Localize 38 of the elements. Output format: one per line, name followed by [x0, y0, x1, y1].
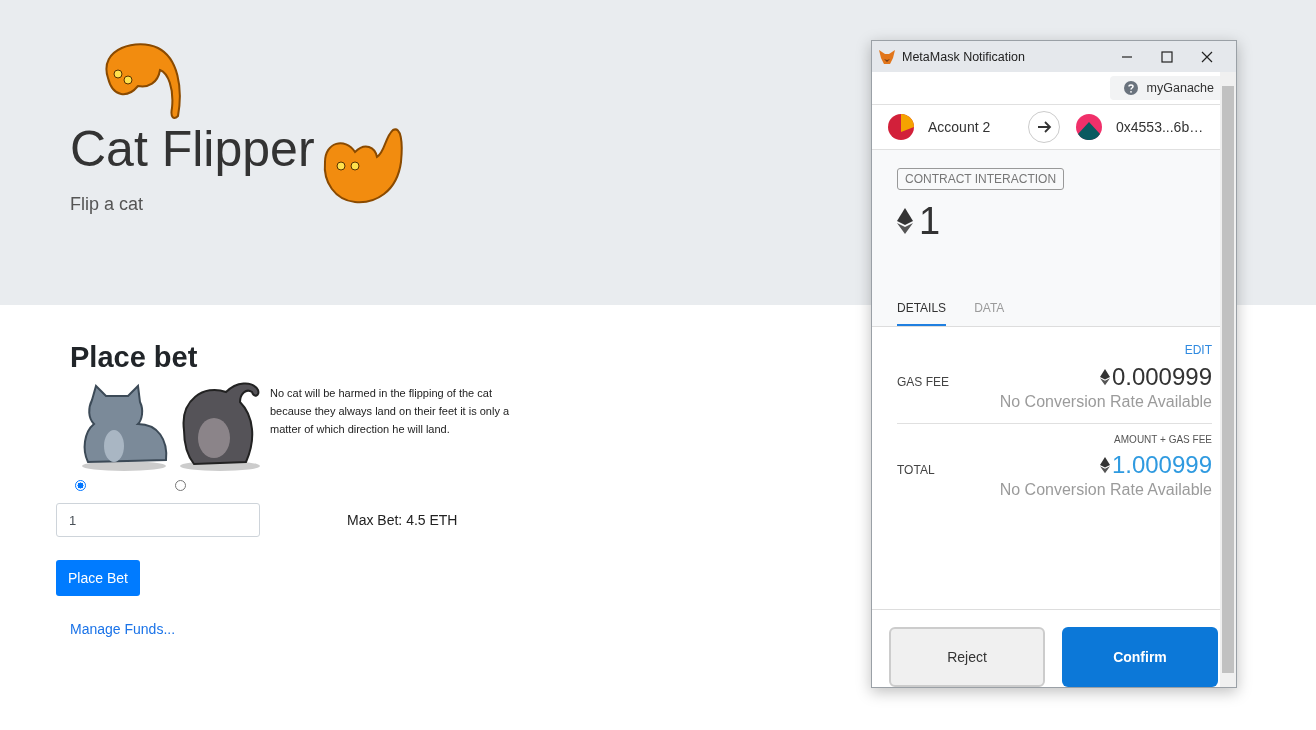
total-hint: AMOUNT + GAS FEE: [1114, 434, 1212, 446]
conversion-note: No Conversion Rate Available: [999, 481, 1212, 500]
close-icon[interactable]: [1201, 50, 1213, 63]
arrow-right-icon: [1028, 110, 1060, 143]
gas-fee-value: 0.000999: [1111, 363, 1212, 392]
fox-icon: [878, 48, 896, 65]
site-subtitle: Flip a cat: [70, 194, 145, 215]
description-text: No cat will be harmed in the flipping of the cat because they always land on their feet it is only a matter of which direction he will land.: [270, 386, 511, 437]
gas-fee-label: GAS FEE: [897, 375, 949, 390]
tab[interactable]: DATA: [974, 301, 1005, 327]
total-value: 1.000999: [1111, 451, 1212, 480]
max-bet-text: Max Bet: 4.5 ETH: [347, 512, 458, 528]
help-icon: [1123, 81, 1138, 95]
section-heading: Place bet: [70, 341, 198, 374]
recipient-address: 0x4553...6b…: [1116, 118, 1204, 135]
network-selector[interactable]: myGanache: [1109, 76, 1220, 100]
account-avatar-icon: [888, 113, 914, 140]
reject-button[interactable]: Reject: [889, 627, 1045, 687]
ether-icon: [1099, 368, 1110, 387]
tab[interactable]: DETAILS: [897, 301, 947, 327]
total-label: TOTAL: [897, 463, 935, 478]
maximize-icon[interactable]: [1161, 50, 1173, 63]
amount-value: 1: [919, 199, 941, 243]
ether-icon: [897, 208, 913, 235]
ether-icon: [1099, 456, 1110, 475]
window-title: MetaMask Notification: [902, 49, 1026, 64]
edit-link[interactable]: EDIT: [1184, 343, 1212, 358]
scrollbar[interactable]: [1220, 72, 1236, 687]
site-title-text: Cat Flipper: [70, 124, 315, 179]
place-bet-button[interactable]: Place Bet: [56, 560, 140, 596]
recipient-avatar-icon: [1076, 113, 1102, 140]
radio-button[interactable]: [75, 480, 86, 491]
conversion-note: No Conversion Rate Available: [999, 393, 1212, 412]
account-name: Account 2: [928, 118, 991, 135]
bet-amount-input[interactable]: 1: [56, 503, 260, 537]
transaction-type-badge: CONTRACT INTERACTION: [897, 167, 1065, 190]
confirm-button[interactable]: Confirm: [1062, 627, 1218, 687]
manage-funds-link[interactable]: Manage Funds...: [70, 621, 176, 637]
